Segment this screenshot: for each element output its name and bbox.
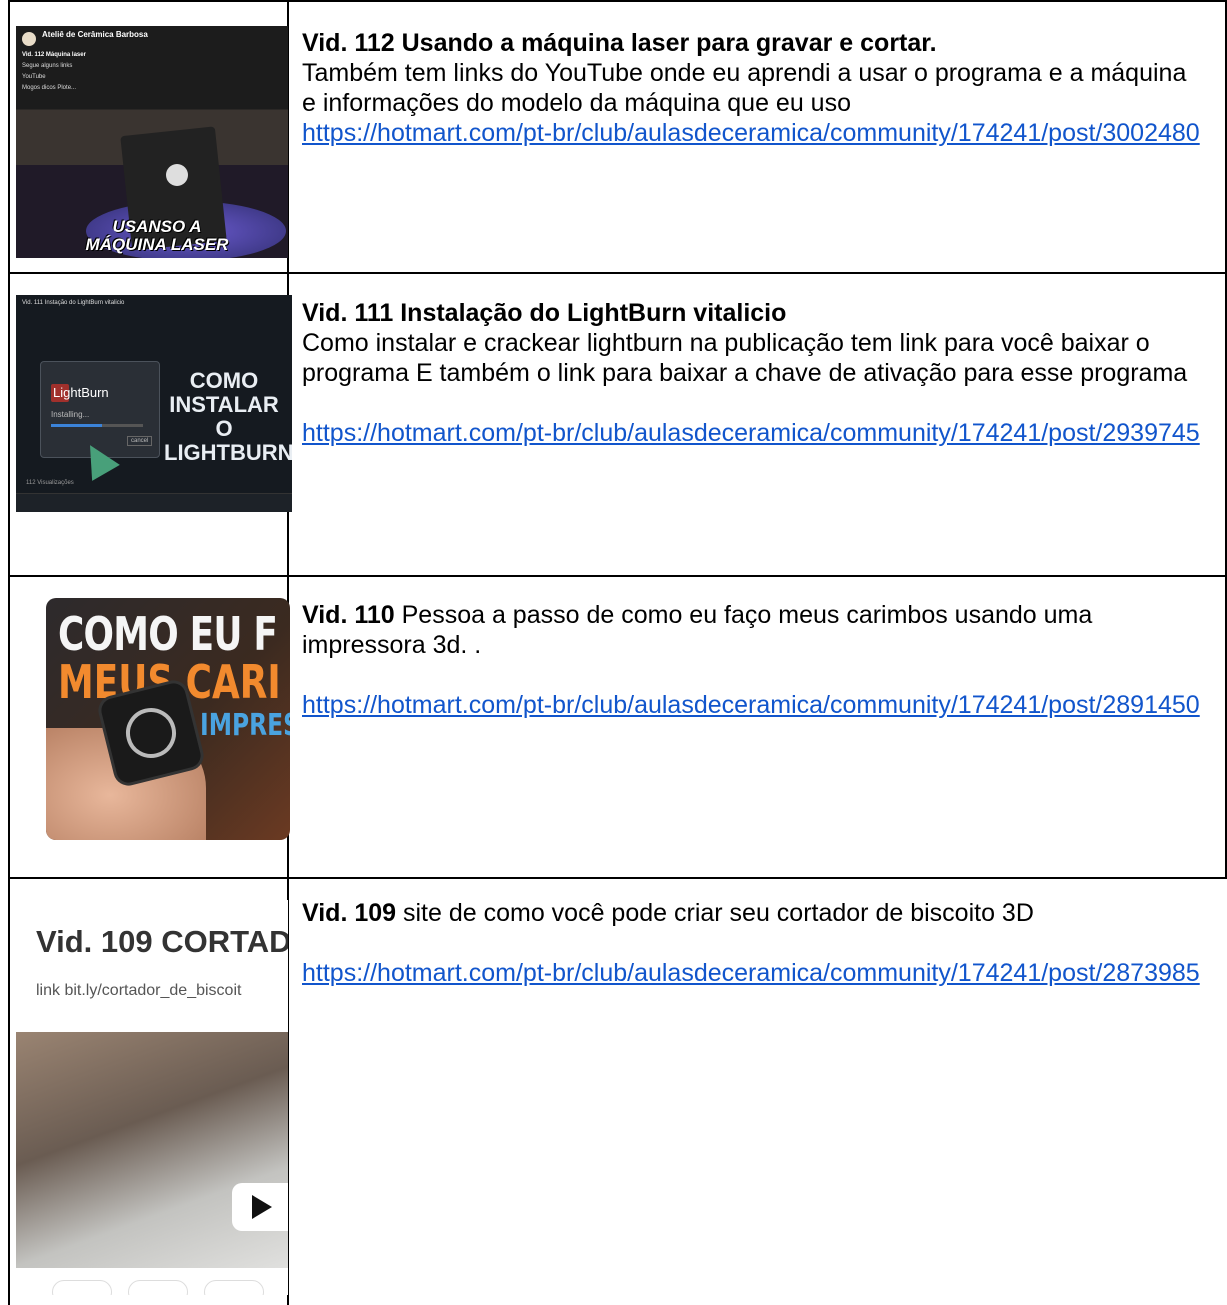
row-content-vid-109: Vid. 109 site de como você pode criar se…: [302, 898, 1202, 988]
row-description: site de como você pode criar seu cortado…: [396, 899, 1034, 927]
post-line: Segue alguns links: [22, 63, 73, 69]
row-title: Vid. 110: [302, 601, 395, 629]
thumb-title: Vid. 109 CORTAD: [36, 924, 288, 959]
row-title: Vid. 109: [302, 899, 397, 927]
table-left-border: [8, 0, 10, 1305]
play-icon[interactable]: [166, 164, 188, 186]
row-content-vid-111: Vid. 111 Instalação do LightBurn vitalic…: [302, 298, 1202, 448]
row-description: Pessoa a passo de como eu faço meus cari…: [302, 601, 1093, 659]
post-link[interactable]: https://hotmart.com/pt-br/club/aulasdece…: [302, 119, 1200, 147]
progress-bar: [51, 424, 143, 427]
row-description: Também tem links do YouTube onde eu apre…: [302, 59, 1187, 117]
row-content-vid-112: Vid. 112 Usando a máquina laser para gra…: [302, 28, 1202, 148]
cancel-button: cancel: [127, 436, 153, 446]
thumbnail-vid-112[interactable]: Ateliê de Cerâmica Barbosa Vid. 112 Máqu…: [16, 26, 288, 258]
post-meta: Vid. 112 Máquina laser Segue alguns link…: [22, 50, 86, 94]
post-link[interactable]: https://hotmart.com/pt-br/club/aulasdece…: [302, 959, 1200, 987]
thumb-link: link bit.ly/cortador_de_biscoit: [36, 982, 242, 999]
thumb-line-3: IMPRES: [200, 708, 290, 743]
row-border-3: [8, 877, 1227, 879]
video-frame: [16, 1032, 288, 1268]
video-caption: COMO INSTALAR O LIGHTBURN: [164, 368, 292, 465]
thumbnail-vid-111[interactable]: Vid. 111 Instação do LightBurn vitalicio…: [16, 295, 292, 512]
post-line: YouTube: [22, 74, 46, 80]
reaction-pills: [52, 1280, 280, 1295]
play-icon[interactable]: [232, 1183, 288, 1231]
views-count: 112 Visualizações: [26, 480, 74, 486]
post-link[interactable]: https://hotmart.com/pt-br/club/aulasdece…: [302, 691, 1200, 719]
installing-label: Installing...: [51, 410, 90, 419]
row-border-top: [8, 0, 1227, 2]
row-title: Vid. 111 Instalação do LightBurn vitalic…: [302, 299, 787, 327]
post-line: Mogos dicos Plote...: [22, 85, 77, 91]
post-link[interactable]: https://hotmart.com/pt-br/club/aulasdece…: [302, 419, 1200, 447]
row-title: Vid. 112 Usando a máquina laser para gra…: [302, 29, 937, 57]
row-description: Como instalar e crackear lightburn na pu…: [302, 329, 1188, 387]
video-table: Ateliê de Cerâmica Barbosa Vid. 112 Máqu…: [0, 0, 1227, 1305]
post-title: Vid. 112 Máquina laser: [22, 52, 86, 58]
thumbnail-vid-110[interactable]: COMO EU F MEUS CARI IMPRES: [46, 598, 290, 840]
thumbnail-vid-109[interactable]: Vid. 109 CORTAD link bit.ly/cortador_de_…: [16, 900, 288, 1295]
row-content-vid-110: Vid. 110 Pessoa a passo de como eu faço …: [302, 600, 1202, 720]
app-name: LightBurn: [53, 385, 109, 400]
post-title: Vid. 111 Instação do LightBurn vitalicio: [22, 300, 125, 306]
thumb-line-1: COMO EU F: [58, 607, 278, 661]
video-caption: USANSO A MÁQUINA LASER: [85, 217, 229, 254]
row-border-2: [8, 575, 1227, 577]
comment-bar: [16, 493, 292, 512]
row-border-1: [8, 272, 1227, 274]
channel-name: Ateliê de Cerâmica Barbosa: [42, 30, 148, 39]
channel-avatar: [22, 32, 36, 46]
